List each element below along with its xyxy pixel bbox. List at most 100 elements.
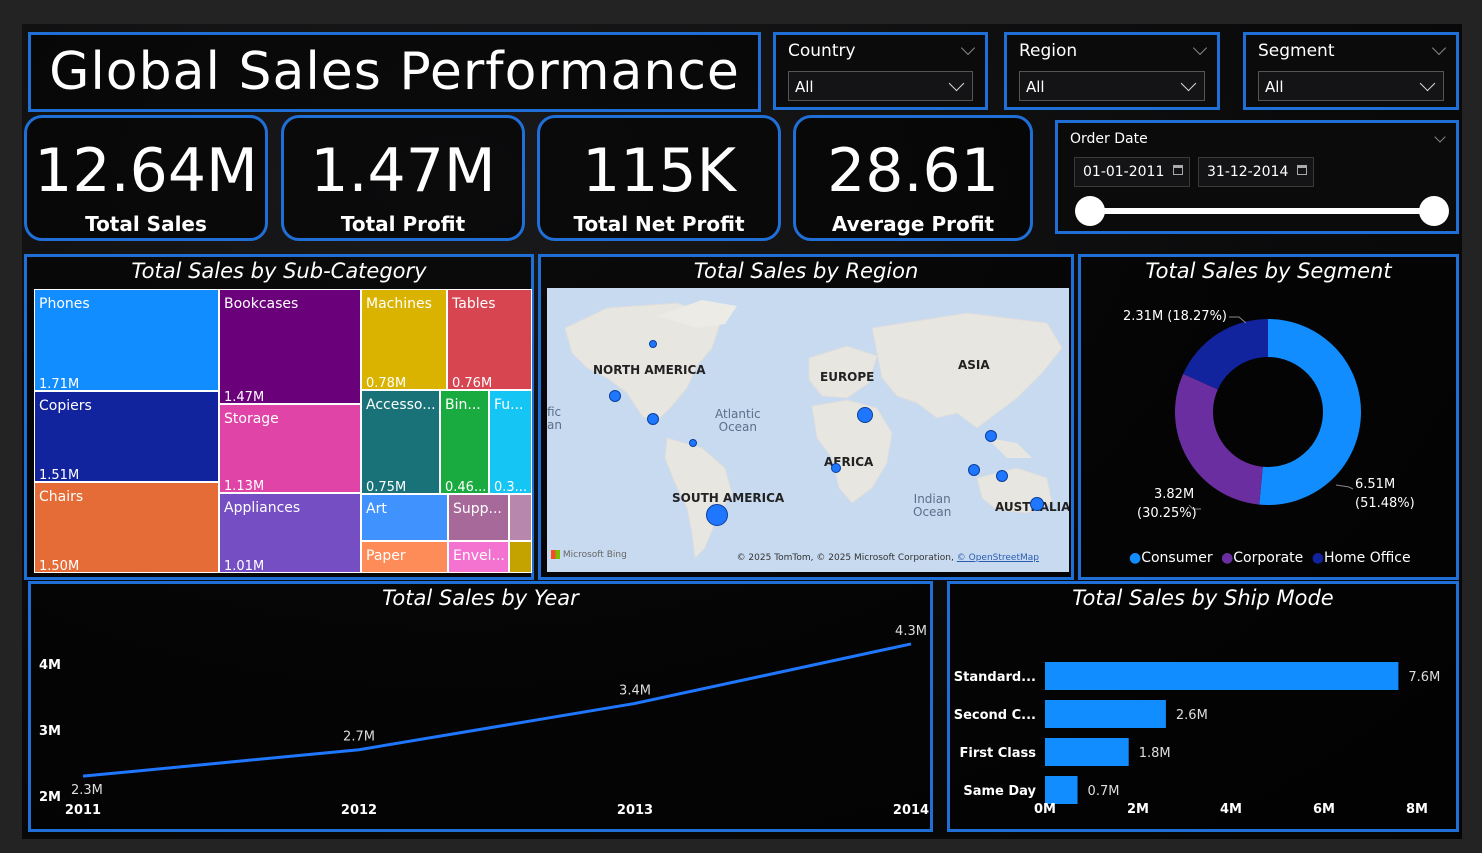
- bar-standard[interactable]: [1045, 662, 1399, 690]
- shipmode-bar-chart[interactable]: Standard... 7.6M Second C... 2.6M First Clas…: [950, 584, 1456, 829]
- map-bubble[interactable]: [857, 407, 873, 423]
- subcategory-title: Total Sales by Sub-Category: [131, 259, 427, 283]
- kpi-caption: Total Net Profit: [573, 212, 745, 236]
- map-bubble[interactable]: [996, 470, 1008, 482]
- tile-label: Art: [366, 501, 387, 517]
- treemap-tile-paper[interactable]: Paper: [361, 541, 448, 573]
- openstreetmap-link[interactable]: © OpenStreetMap: [957, 553, 1039, 563]
- tile-value: 1.13M: [224, 479, 265, 493]
- treemap-tile-fu[interactable]: Fu... 0.3...: [489, 390, 532, 494]
- map-bubble[interactable]: [647, 413, 659, 425]
- country-dropdown[interactable]: All: [788, 71, 973, 101]
- x-tick-label: 8M: [1406, 802, 1428, 817]
- x-tick-label: 2014: [893, 803, 929, 818]
- chevron-down-icon[interactable]: [1180, 75, 1197, 92]
- chevron-down-icon[interactable]: [1192, 40, 1208, 56]
- donut-label-consumer-pct: (51.48%): [1355, 496, 1415, 511]
- treemap-tile-supp[interactable]: Supp...: [448, 494, 509, 541]
- bar-first-class[interactable]: [1045, 738, 1129, 766]
- map-bubble[interactable]: [831, 463, 841, 473]
- end-date-input[interactable]: 31-12-2014: [1198, 157, 1314, 187]
- tile-label: Machines: [366, 296, 432, 312]
- map-bubble[interactable]: [706, 504, 728, 526]
- treemap-tile-machines[interactable]: Machines 0.78M: [361, 289, 447, 390]
- map-bubble[interactable]: [609, 390, 621, 402]
- map-label-south-america: SOUTH AMERICA: [672, 491, 785, 505]
- segment-dropdown[interactable]: All: [1258, 71, 1444, 101]
- calendar-icon[interactable]: [1297, 165, 1307, 175]
- chevron-down-icon[interactable]: [1431, 40, 1447, 56]
- tile-label: Phones: [39, 296, 90, 312]
- tile-label: Accesso...: [366, 397, 436, 413]
- segment-value: All: [1265, 78, 1284, 96]
- tile-label: Bookcases: [224, 296, 299, 312]
- treemap-tile-envel[interactable]: Envel...: [448, 541, 509, 573]
- region-map[interactable]: NORTH AMERICA EUROPE ASIA AFRICA SOUTH AMERI…: [547, 288, 1069, 572]
- legend-dot-corporate: ●: [1221, 550, 1234, 566]
- treemap-tile-accesso[interactable]: Accesso... 0.75M: [361, 390, 440, 494]
- country-slicer[interactable]: Country All: [773, 32, 988, 110]
- legend-consumer[interactable]: Consumer: [1141, 550, 1212, 566]
- treemap-tile-unlabeled[interactable]: [509, 541, 532, 573]
- data-label: 3.4M: [619, 683, 651, 698]
- legend-corporate[interactable]: Corporate: [1233, 550, 1303, 566]
- bar-second-c[interactable]: [1045, 700, 1166, 728]
- kpi-total-net-profit: 115K Total Net Profit: [537, 115, 781, 241]
- kpi-caption: Total Sales: [85, 212, 207, 236]
- segment-slicer[interactable]: Segment All: [1243, 32, 1459, 110]
- year-line-chart[interactable]: 2M 3M 4M 2011 2012 2013 2014 2.3M 2.7M 3.4M 4.3M: [31, 584, 930, 829]
- chevron-down-icon[interactable]: [1419, 75, 1436, 92]
- donut-slice-consumer[interactable]: [1259, 319, 1361, 505]
- map-bubble[interactable]: [968, 464, 980, 476]
- map-label-asia: ASIA: [958, 358, 990, 372]
- treemap-tile-unlabeled[interactable]: [509, 494, 532, 541]
- chevron-down-icon[interactable]: [948, 75, 965, 92]
- chevron-down-icon[interactable]: [960, 40, 976, 56]
- map-label-europe: EUROPE: [820, 370, 875, 384]
- legend-dot-consumer: ●: [1129, 550, 1142, 566]
- donut-slice-corporate[interactable]: [1175, 373, 1263, 505]
- calendar-icon[interactable]: [1173, 165, 1183, 175]
- tile-value: 1.50M: [39, 559, 80, 573]
- date-range-start-handle[interactable]: [1075, 196, 1105, 226]
- x-tick-label: 2012: [341, 803, 377, 818]
- order-date-slicer[interactable]: Order Date 01-01-2011 31-12-2014: [1055, 120, 1459, 234]
- tile-value: 1.71M: [39, 377, 80, 391]
- treemap-tile-copiers[interactable]: Copiers 1.51M: [34, 391, 219, 482]
- treemap-tile-bin[interactable]: Bin... 0.46...: [440, 390, 489, 494]
- region-value: All: [1026, 78, 1045, 96]
- treemap-tile-art[interactable]: Art: [361, 494, 448, 541]
- region-slicer[interactable]: Region All: [1004, 32, 1220, 110]
- legend-home-office[interactable]: Home Office: [1324, 550, 1411, 566]
- map-bubble[interactable]: [1030, 497, 1044, 511]
- map-bubble[interactable]: [985, 430, 997, 442]
- treemap-tile-phones[interactable]: Phones 1.71M: [34, 289, 219, 391]
- title-panel: Global Sales Performance: [28, 32, 761, 112]
- treemap-tile-storage[interactable]: Storage 1.13M: [219, 404, 361, 493]
- dashboard-canvas: Global Sales Performance Country All Reg…: [22, 24, 1462, 839]
- treemap-tile-appliances[interactable]: Appliances 1.01M: [219, 493, 361, 573]
- map-bubble[interactable]: [689, 439, 697, 447]
- date-range-end-handle[interactable]: [1419, 196, 1449, 226]
- bing-logo: Microsoft Bing: [551, 550, 627, 560]
- tile-value: 0.76M: [452, 376, 493, 390]
- region-dropdown[interactable]: All: [1019, 71, 1205, 101]
- region-map-panel: Total Sales by Region NORTH AMERICA EUROP…: [538, 254, 1074, 580]
- map-bubble[interactable]: [649, 340, 657, 348]
- bar-value-label: 1.8M: [1139, 746, 1171, 761]
- start-date-input[interactable]: 01-01-2011: [1074, 157, 1190, 187]
- page-title: Global Sales Performance: [49, 42, 740, 102]
- chevron-down-icon[interactable]: [1434, 131, 1446, 143]
- treemap-tile-bookcases[interactable]: Bookcases 1.47M: [219, 289, 361, 404]
- x-tick-label: 6M: [1313, 802, 1335, 817]
- donut-slice-home-office[interactable]: [1183, 319, 1268, 390]
- treemap-tile-chairs[interactable]: Chairs 1.50M: [34, 482, 219, 573]
- map-ocean-edge: fic an: [547, 405, 562, 432]
- bar-same-day[interactable]: [1045, 776, 1078, 804]
- treemap-tile-tables[interactable]: Tables 0.76M: [447, 289, 532, 390]
- date-range-track[interactable]: [1090, 208, 1434, 214]
- subcategory-treemap: Phones 1.71M Copiers 1.51M Chairs 1.50M Bookca…: [34, 289, 532, 575]
- sales-line[interactable]: [82, 642, 912, 778]
- tile-value: 0.46...: [445, 480, 487, 494]
- segment-donut-chart[interactable]: [1081, 257, 1456, 577]
